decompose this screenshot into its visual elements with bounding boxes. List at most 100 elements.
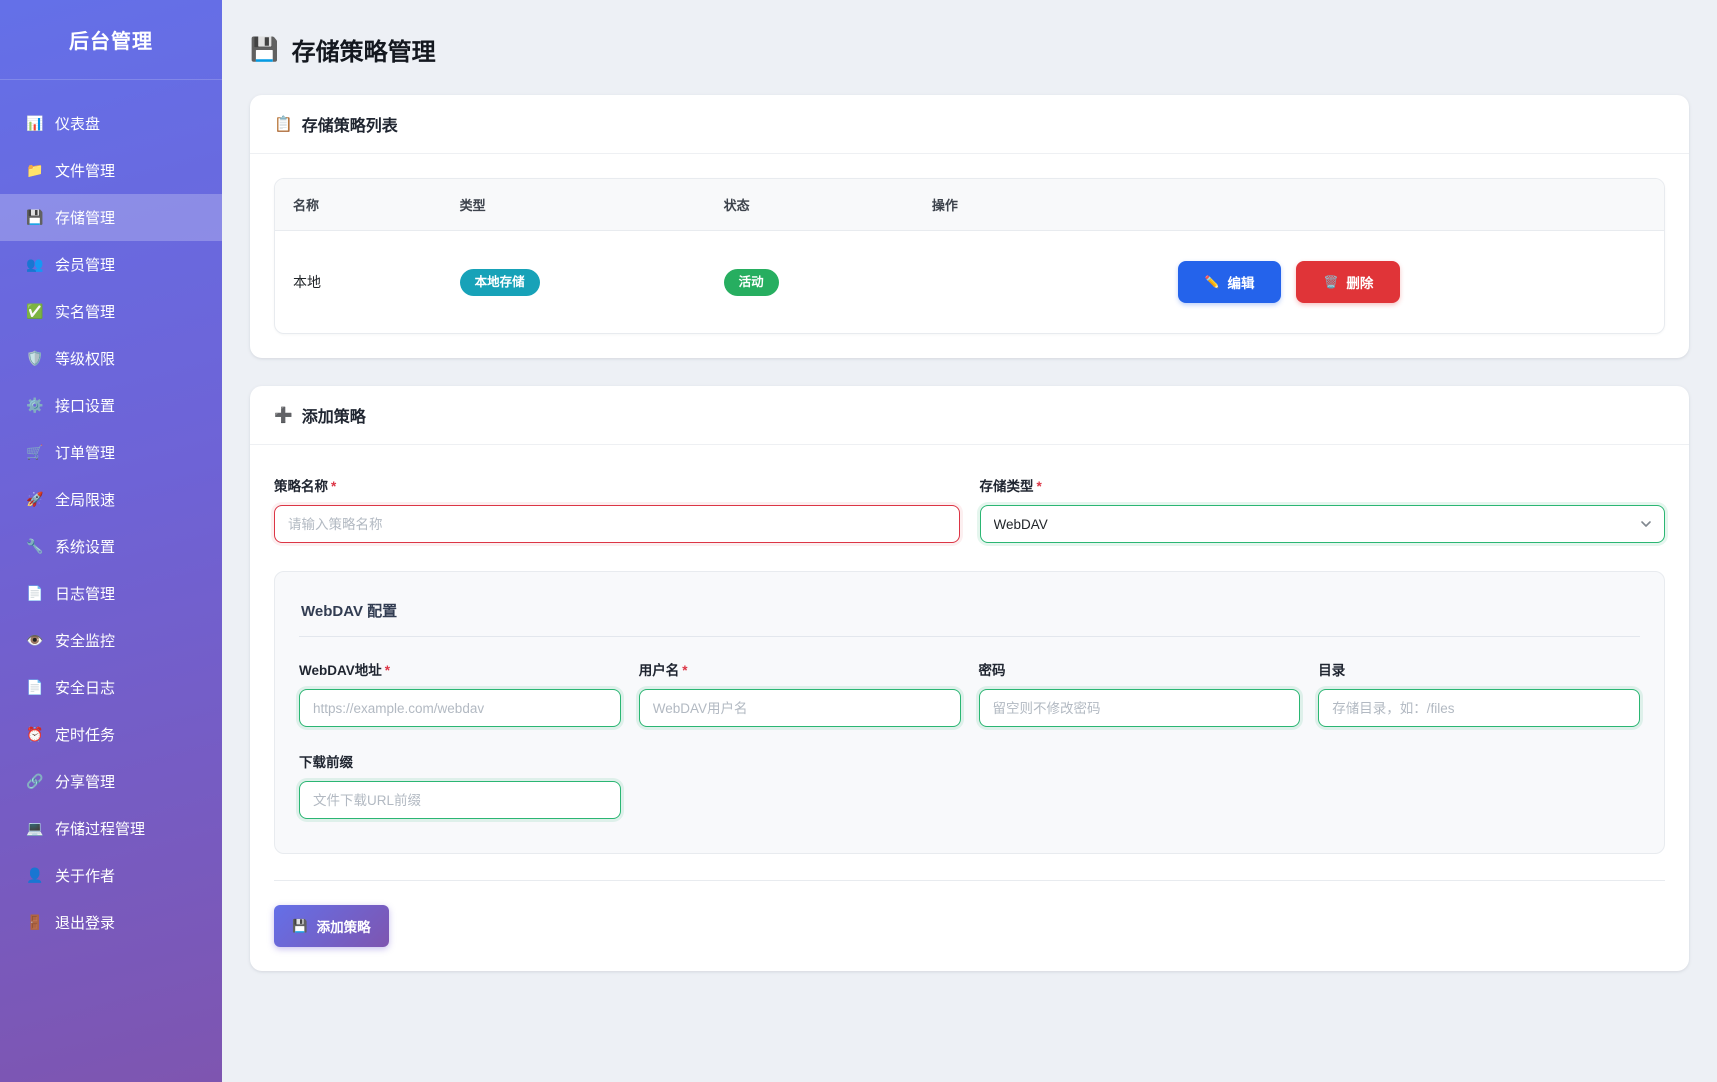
- computer-icon: 💻: [26, 820, 44, 837]
- shield-icon: 🛡️: [26, 350, 44, 367]
- storage-type-select[interactable]: WebDAV: [980, 505, 1666, 543]
- bar-chart-icon: 📊: [26, 115, 44, 132]
- webdav-url-input[interactable]: [299, 689, 621, 727]
- document-icon: 📄: [26, 585, 44, 602]
- sidebar-item-dashboard[interactable]: 📊 仪表盘: [0, 100, 222, 147]
- sidebar-item-security-monitor[interactable]: 👁️ 安全监控: [0, 617, 222, 664]
- policy-name-label: 策略名称*: [274, 475, 960, 495]
- link-icon: 🔗: [26, 773, 44, 790]
- cart-icon: 🛒: [26, 444, 44, 461]
- table-header-row: 名称 类型 状态 操作: [275, 179, 1664, 231]
- sidebar-item-speed-limit[interactable]: 🚀 全局限速: [0, 476, 222, 523]
- sidebar-item-security-logs[interactable]: 📄 安全日志: [0, 664, 222, 711]
- webdav-config-panel: WebDAV 配置 WebDAV地址* 用户名*: [274, 571, 1665, 854]
- webdav-url-label-text: WebDAV地址: [299, 663, 382, 678]
- door-icon: 🚪: [26, 914, 44, 931]
- policy-basic-fields-row: 策略名称* 存储类型* WebDAV: [274, 475, 1665, 543]
- main-content: 💾 存储策略管理 📋 存储策略列表 名称 类型 状态 操作: [222, 0, 1717, 1082]
- floppy-disk-icon: 💾: [292, 919, 308, 934]
- users-icon: 👥: [26, 256, 44, 273]
- type-badge: 本地存储: [460, 269, 540, 296]
- form-divider: [274, 880, 1665, 881]
- sidebar-item-label: 关于作者: [55, 865, 115, 886]
- sidebar-item-label: 等级权限: [55, 348, 115, 369]
- sidebar-item-label: 订单管理: [55, 442, 115, 463]
- webdav-password-input[interactable]: [979, 689, 1301, 727]
- user-icon: 👤: [26, 867, 44, 884]
- sidebar-item-storage[interactable]: 💾 存储管理: [0, 194, 222, 241]
- sidebar-item-files[interactable]: 📁 文件管理: [0, 147, 222, 194]
- download-prefix-input[interactable]: [299, 781, 621, 819]
- sidebar-item-logs[interactable]: 📄 日志管理: [0, 570, 222, 617]
- sidebar-item-scheduled-tasks[interactable]: ⏰ 定时任务: [0, 711, 222, 758]
- policy-actions-cell: ✏️ 编辑 🗑️ 删除: [914, 231, 1664, 334]
- eye-icon: 👁️: [26, 632, 44, 649]
- policy-type-cell: 本地存储: [442, 231, 706, 334]
- sidebar-item-stored-procedures[interactable]: 💻 存储过程管理: [0, 805, 222, 852]
- sidebar-item-label: 存储管理: [55, 207, 115, 228]
- policy-table: 名称 类型 状态 操作 本地 本地存储: [275, 179, 1664, 333]
- sidebar-item-realname[interactable]: ✅ 实名管理: [0, 288, 222, 335]
- floppy-disk-icon: 💾: [26, 209, 44, 226]
- sidebar-item-about-author[interactable]: 👤 关于作者: [0, 852, 222, 899]
- webdav-directory-group: 目录: [1318, 659, 1640, 727]
- storage-type-label-text: 存储类型: [980, 479, 1034, 494]
- webdav-directory-input[interactable]: [1318, 689, 1640, 727]
- sidebar-item-members[interactable]: 👥 会员管理: [0, 241, 222, 288]
- status-badge: 活动: [724, 269, 779, 296]
- add-policy-card-body: 策略名称* 存储类型* WebDAV: [250, 445, 1689, 971]
- required-asterisk: *: [1037, 479, 1042, 494]
- sidebar-item-label: 系统设置: [55, 536, 115, 557]
- sidebar-item-label: 存储过程管理: [55, 818, 145, 839]
- sidebar-item-label: 文件管理: [55, 160, 115, 181]
- sidebar-item-label: 定时任务: [55, 724, 115, 745]
- sidebar-item-label: 接口设置: [55, 395, 115, 416]
- sidebar-item-logout[interactable]: 🚪 退出登录: [0, 899, 222, 946]
- gear-icon: ⚙️: [26, 397, 44, 414]
- webdav-username-label-text: 用户名: [639, 663, 680, 678]
- sidebar-item-label: 日志管理: [55, 583, 115, 604]
- add-policy-title: 添加策略: [302, 403, 366, 427]
- policy-table-panel: 名称 类型 状态 操作 本地 本地存储: [274, 178, 1665, 334]
- sidebar-item-label: 安全监控: [55, 630, 115, 651]
- column-header-name: 名称: [275, 179, 442, 231]
- page-title: 存储策略管理: [292, 32, 436, 67]
- policy-name-group: 策略名称*: [274, 475, 960, 543]
- clipboard-icon: 📋: [274, 115, 293, 133]
- webdav-url-label: WebDAV地址*: [299, 659, 621, 679]
- webdav-fields-grid: WebDAV地址* 用户名 * 密码: [299, 659, 1640, 825]
- webdav-username-input[interactable]: [639, 689, 961, 727]
- edit-button-label: 编辑: [1227, 272, 1254, 292]
- policy-list-card: 📋 存储策略列表 名称 类型 状态 操作 本地: [250, 95, 1689, 358]
- sidebar-item-orders[interactable]: 🛒 订单管理: [0, 429, 222, 476]
- column-header-actions: 操作: [914, 179, 1664, 231]
- sidebar-item-system-settings[interactable]: 🔧 系统设置: [0, 523, 222, 570]
- required-asterisk: *: [385, 663, 390, 678]
- policy-name-cell: 本地: [275, 231, 442, 334]
- sidebar-item-label: 实名管理: [55, 301, 115, 322]
- sidebar-item-api-settings[interactable]: ⚙️ 接口设置: [0, 382, 222, 429]
- sidebar-item-label: 会员管理: [55, 254, 115, 275]
- edit-button[interactable]: ✏️ 编辑: [1178, 261, 1282, 303]
- webdav-directory-label: 目录: [1318, 659, 1640, 679]
- add-policy-submit-button[interactable]: 💾 添加策略: [274, 905, 389, 947]
- rocket-icon: 🚀: [26, 491, 44, 508]
- delete-button[interactable]: 🗑️ 删除: [1296, 261, 1400, 303]
- sidebar-item-label: 仪表盘: [55, 113, 100, 134]
- download-prefix-label: 下载前缀: [299, 751, 621, 771]
- webdav-password-group: 密码: [979, 659, 1301, 727]
- add-policy-card: ➕ 添加策略 策略名称* 存储类型* WebDAV: [250, 386, 1689, 971]
- add-policy-card-header: ➕ 添加策略: [250, 386, 1689, 445]
- wrench-icon: 🔧: [26, 538, 44, 555]
- page-header: 💾 存储策略管理: [250, 32, 1689, 67]
- policy-name-input[interactable]: [274, 505, 960, 543]
- webdav-password-label: 密码: [979, 659, 1301, 679]
- sidebar-item-shares[interactable]: 🔗 分享管理: [0, 758, 222, 805]
- sidebar-item-permissions[interactable]: 🛡️ 等级权限: [0, 335, 222, 382]
- policy-name-label-text: 策略名称: [274, 479, 328, 494]
- floppy-disk-icon: 💾: [250, 36, 279, 63]
- policy-list-card-header: 📋 存储策略列表: [250, 95, 1689, 154]
- required-asterisk: *: [331, 479, 336, 494]
- pencil-icon: ✏️: [1205, 275, 1220, 289]
- policy-list-title: 存储策略列表: [302, 112, 398, 136]
